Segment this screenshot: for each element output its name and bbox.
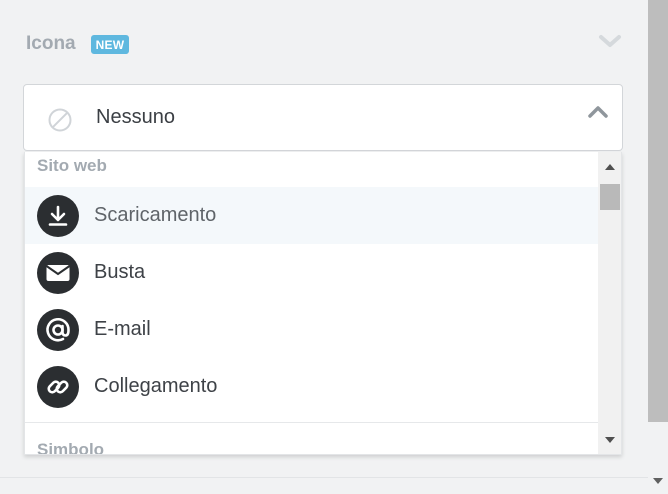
group-divider <box>25 422 598 423</box>
chevron-down-icon[interactable] <box>598 33 622 49</box>
envelope-icon <box>37 251 79 294</box>
link-icon <box>37 365 79 408</box>
download-icon <box>37 194 79 237</box>
option-email[interactable]: E-mail <box>25 301 598 358</box>
at-sign-icon <box>37 308 79 351</box>
none-icon <box>48 108 72 132</box>
option-label: Busta <box>94 261 146 283</box>
icon-dropdown-list[interactable]: Sito web Scaricamento Busta E-mail Colle… <box>24 152 622 455</box>
select-value: Nessuno <box>96 106 175 128</box>
group-label-symbol: Simbolo <box>37 440 105 455</box>
icon-select[interactable]: Nessuno <box>23 84 623 151</box>
section-title: Icona <box>26 33 76 54</box>
option-envelope[interactable]: Busta <box>25 244 598 301</box>
page-scroll-down-arrow-icon[interactable] <box>653 478 663 484</box>
page-scrollbar[interactable] <box>648 0 668 494</box>
option-link[interactable]: Collegamento <box>25 358 598 415</box>
icon-settings-panel: Icona NEW Nessuno Sito web Scaricamento <box>0 0 648 494</box>
dropdown-scrollbar[interactable] <box>598 152 621 454</box>
new-badge: NEW <box>90 34 130 54</box>
section-header[interactable]: Icona NEW <box>26 30 130 58</box>
option-label: Scaricamento <box>94 204 217 226</box>
option-label: Collegamento <box>94 375 218 397</box>
group-label-website: Sito web <box>37 156 107 175</box>
option-label: E-mail <box>94 318 151 340</box>
page-scroll-thumb[interactable] <box>648 0 668 422</box>
chevron-up-icon[interactable] <box>588 105 608 119</box>
scroll-down-arrow-icon[interactable] <box>605 437 615 443</box>
dropdown-scroll-thumb[interactable] <box>600 184 620 210</box>
scroll-up-arrow-icon[interactable] <box>605 164 615 170</box>
panel-divider <box>0 477 648 478</box>
option-download[interactable]: Scaricamento <box>25 187 598 244</box>
